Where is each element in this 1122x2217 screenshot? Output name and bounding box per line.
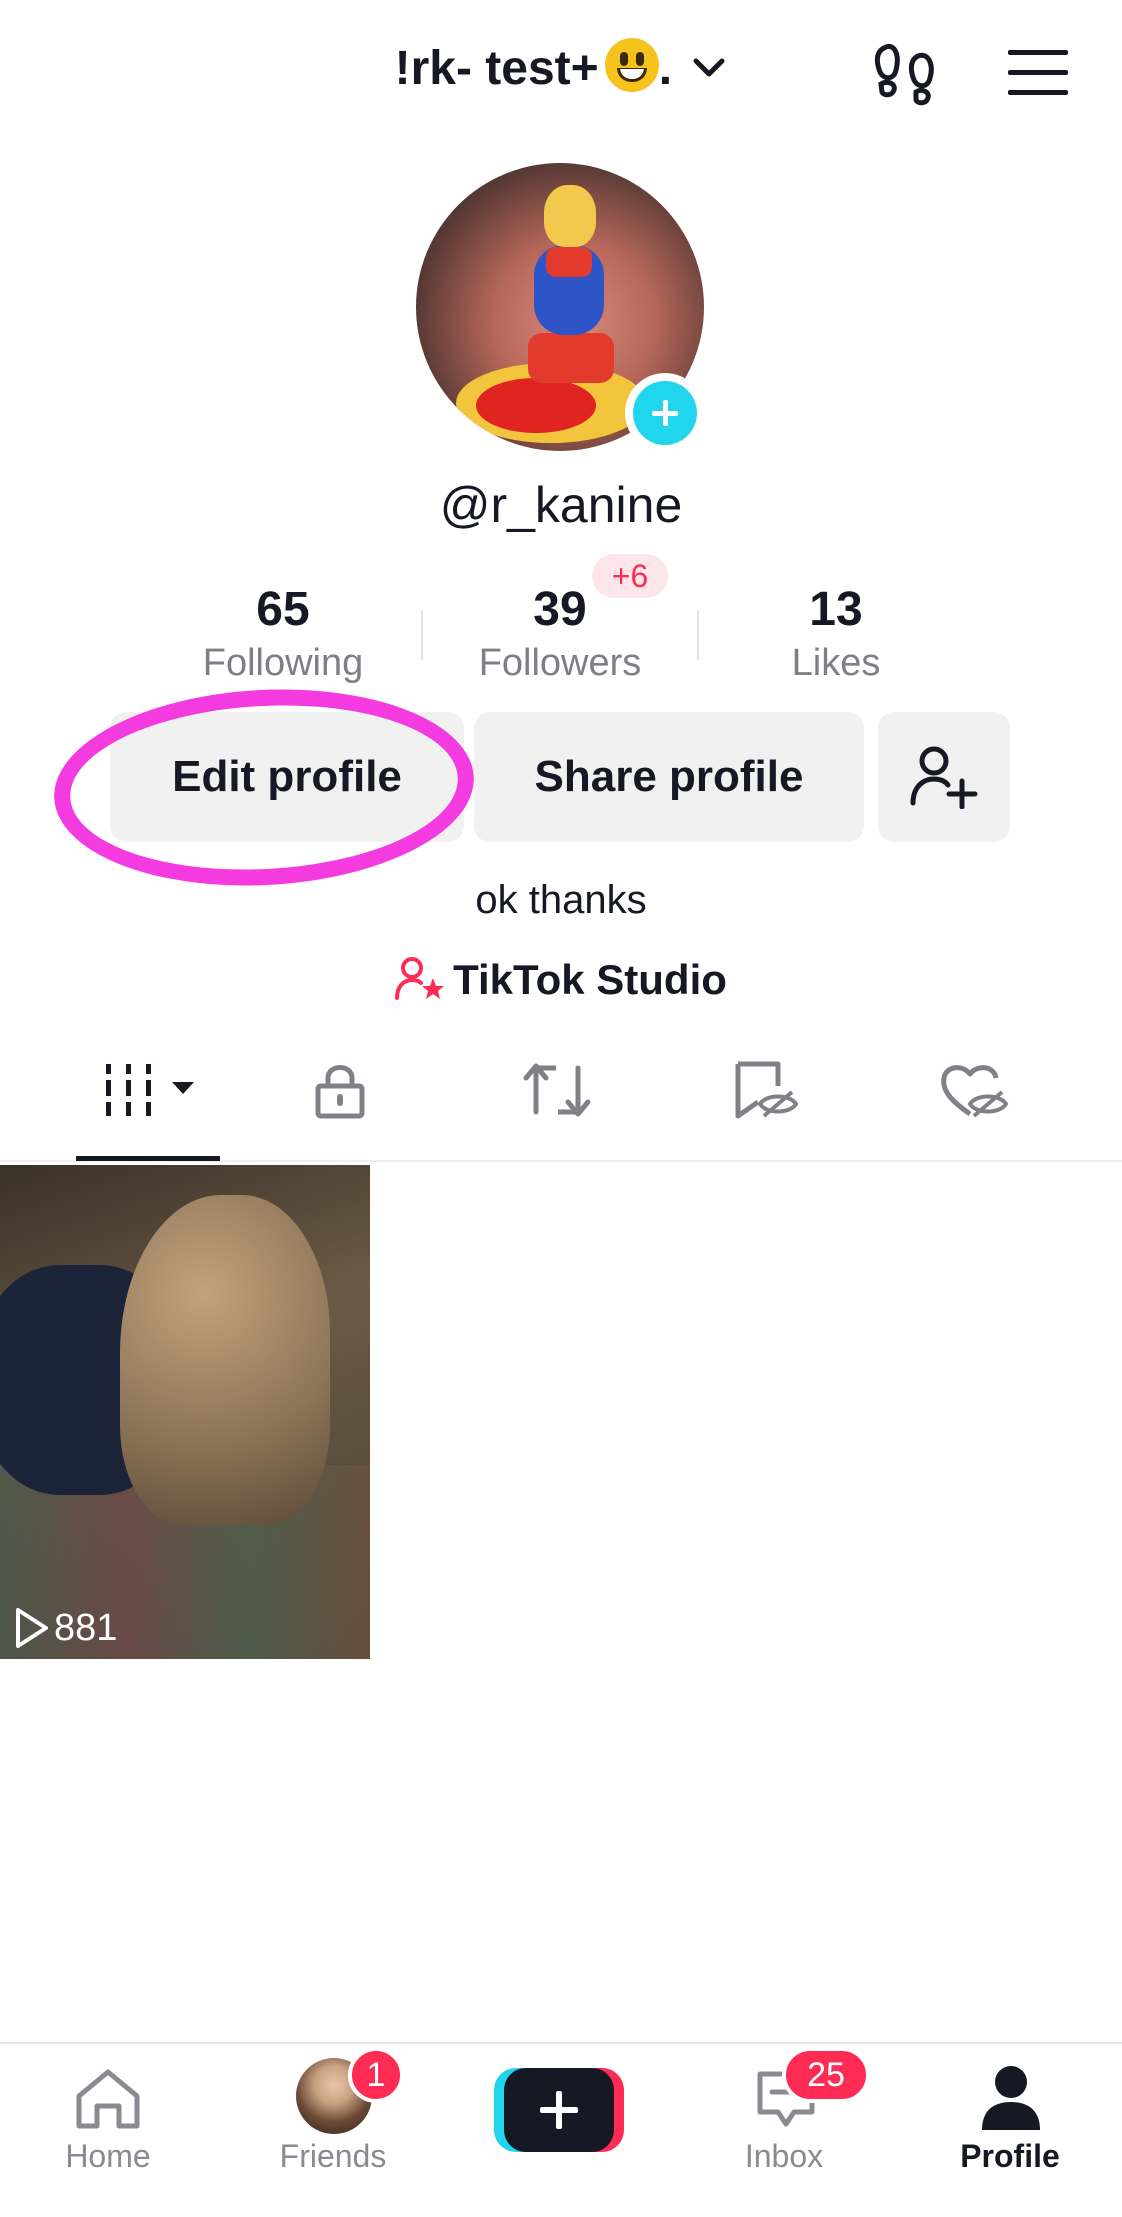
tab-videos[interactable] — [96, 1060, 206, 1140]
username: @r_kanine — [439, 477, 683, 533]
grinning-face-emoji-icon — [604, 38, 659, 92]
followers-label[interactable]: Followers — [422, 642, 698, 685]
video-view-count: 881 — [54, 1607, 118, 1649]
following-label[interactable]: Following — [145, 642, 421, 685]
heart-hidden-icon — [941, 1065, 1009, 1118]
nav-profile-label: Profile — [960, 2138, 1060, 2174]
bottom-nav-divider — [0, 2042, 1122, 2044]
grid-icon — [106, 1064, 194, 1116]
bio-text: ok thanks — [475, 878, 647, 922]
tiktok-studio-label: TikTok Studio — [453, 956, 727, 1003]
share-profile-button[interactable]: Share profile — [474, 712, 864, 842]
active-tab-indicator — [76, 1156, 220, 1161]
inbox-badge: 25 — [782, 2047, 870, 2103]
lock-icon — [315, 1065, 365, 1119]
video-thumbnail[interactable] — [0, 1165, 370, 1659]
friends-badge: 1 — [348, 2047, 404, 2103]
create-button[interactable] — [494, 2068, 624, 2156]
creator-star-icon — [395, 957, 445, 1000]
chevron-down-icon — [693, 58, 725, 77]
nav-home-label: Home — [65, 2138, 151, 2174]
bookmark-hidden-icon — [735, 1061, 799, 1119]
add-friend-button[interactable] — [878, 712, 1010, 842]
footprints-icon[interactable] — [874, 40, 938, 108]
profile-icon — [982, 2066, 1040, 2130]
menu-icon[interactable] — [1008, 50, 1068, 96]
tab-reposts[interactable] — [522, 1060, 632, 1140]
repost-icon — [523, 1063, 591, 1117]
add-avatar-button[interactable] — [625, 373, 705, 453]
play-icon — [16, 1608, 48, 1648]
tiktok-studio-link[interactable]: TikTok Studio — [0, 956, 1122, 1004]
create-plus-icon — [540, 2091, 578, 2129]
nav-inbox-label: Inbox — [744, 2138, 824, 2174]
likes-count: 13 — [809, 583, 863, 636]
likes-label[interactable]: Likes — [698, 642, 974, 685]
tab-liked[interactable] — [940, 1060, 1050, 1140]
plus-icon — [633, 381, 697, 445]
nav-friends-label: Friends — [279, 2138, 387, 2174]
add-user-icon — [910, 746, 978, 810]
home-icon — [76, 2069, 140, 2129]
new-followers-badge: +6 — [592, 554, 668, 598]
account-switcher[interactable]: !rk- test+. — [0, 38, 1122, 96]
account-suffix: . — [658, 42, 673, 95]
account-name: !rk- test+ — [394, 42, 599, 95]
tab-private[interactable] — [310, 1060, 420, 1140]
tab-favorites[interactable] — [730, 1060, 840, 1140]
following-count: 65 — [256, 583, 310, 636]
